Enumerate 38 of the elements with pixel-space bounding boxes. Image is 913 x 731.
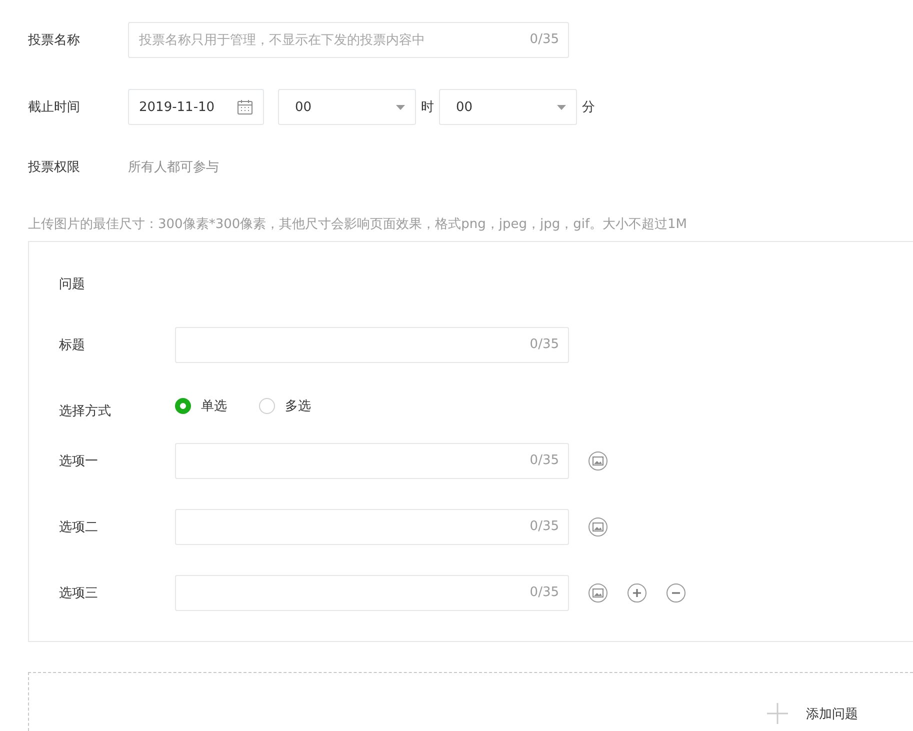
field-label: 投票权限	[28, 159, 81, 176]
field-label: 选项二	[59, 519, 99, 536]
image-icon-button[interactable]	[588, 451, 608, 471]
radio-option[interactable]: 多选	[259, 397, 311, 415]
date-field[interactable]: 2019-11-10	[128, 89, 264, 125]
field-label: 截止时间	[28, 99, 81, 116]
add-question-button[interactable]: 添加问题	[767, 703, 858, 727]
title-field[interactable]	[175, 327, 569, 363]
field-label: 选项三	[59, 585, 99, 602]
radio-option[interactable]: 单选	[175, 397, 227, 415]
field-label: 选项一	[59, 453, 99, 470]
upload-hint: 上传图片的最佳尺寸：300像素*300像素，其他尺寸会影响页面效果，格式png，jpeg，jpg，gif。大小不超过1M	[28, 216, 688, 233]
unit-label: 分	[582, 99, 595, 116]
hour-select[interactable]: 00	[278, 89, 416, 125]
char-counter: 0/35	[530, 453, 559, 468]
date-value: 2019-11-10	[139, 100, 216, 114]
caret-icon	[396, 104, 405, 110]
char-counter: 0/35	[530, 32, 559, 47]
char-counter: 0/35	[530, 337, 559, 352]
field-label: 选择方式	[59, 403, 112, 420]
remove-icon-button[interactable]	[666, 583, 686, 603]
caret-icon	[557, 104, 566, 110]
plus-icon	[767, 703, 788, 724]
char-counter: 0/35	[530, 519, 559, 534]
image-icon-button[interactable]	[588, 583, 608, 603]
option-field[interactable]	[175, 575, 569, 611]
unit-label: 时	[421, 99, 434, 116]
calendar-icon	[237, 99, 253, 115]
add-icon-button[interactable]	[627, 583, 647, 603]
section-heading: 问题	[59, 276, 86, 293]
field-label: 标题	[59, 337, 86, 354]
image-icon-button[interactable]	[588, 517, 608, 537]
char-counter: 0/35	[530, 585, 559, 600]
option-field[interactable]	[175, 509, 569, 545]
permission-value: 所有人都可参与	[128, 159, 219, 176]
field-label: 投票名称	[28, 32, 81, 49]
minute-select[interactable]: 00	[439, 89, 577, 125]
option-field[interactable]	[175, 443, 569, 479]
